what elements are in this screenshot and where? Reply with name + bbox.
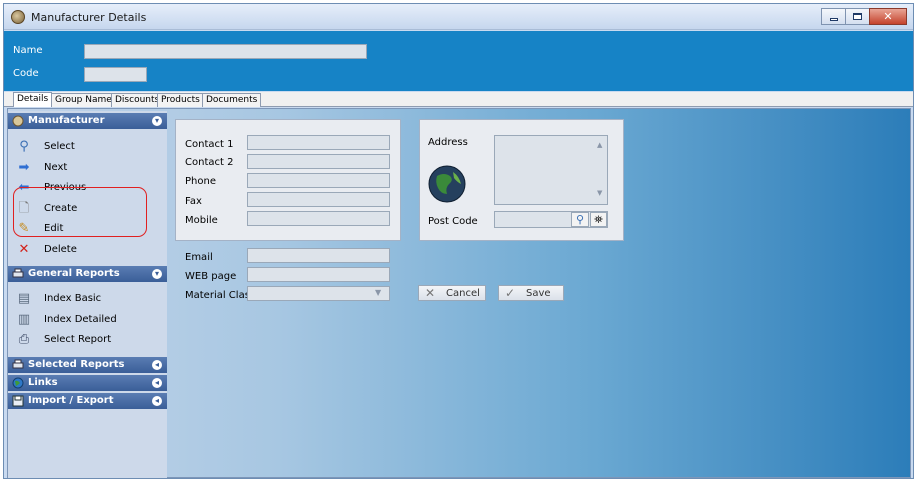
web-page-label: WEB page [185,271,237,282]
name-label: Name [13,45,43,56]
save-button[interactable]: ✓ Save [498,285,564,301]
manufacturer-details-window: Manufacturer Details ✕ Name Code Details… [3,3,914,479]
sidebar-item-label: Select [44,141,75,152]
sidebar-item-delete[interactable]: ✕ Delete [8,240,167,260]
minimize-icon [829,17,838,21]
group-general-reports-title: General Reports [28,268,120,279]
title-bar: Manufacturer Details ✕ [4,4,913,30]
cancel-button-label: Cancel [446,287,480,299]
group-selected-reports-title: Selected Reports [28,359,125,370]
cancel-x-icon: ✕ [424,286,436,300]
fax-field[interactable] [247,192,390,207]
name-field[interactable] [84,44,367,59]
sidebar-item-label: Delete [44,244,77,255]
floppy-disk-icon [12,395,24,407]
sidebar-item-select[interactable]: ⚲ Select [8,137,167,157]
header-panel: Name Code [4,31,913,91]
contact2-field[interactable] [247,154,390,169]
expand-chevron-icon: ◂ [152,378,162,388]
expand-chevron-icon: ◂ [152,396,162,406]
delete-x-icon: ✕ [18,242,30,257]
sidebar-item-label: Select Report [44,334,112,345]
email-label: Email [185,252,213,263]
contact2-label: Contact 2 [185,157,234,168]
address-label: Address [428,137,468,148]
cancel-button[interactable]: ✕ Cancel [418,285,486,301]
group-links[interactable]: Links ◂ [8,375,167,391]
email-field[interactable] [247,248,390,263]
sidebar-item-index-basic[interactable]: ▤ Index Basic [8,289,167,309]
sidebar: Manufacturer ▾ ⚲ Select ➡ Next ⬅ Previou… [8,111,167,478]
minimize-button[interactable] [821,8,845,25]
window-controls: ✕ [821,8,907,25]
group-manufacturer[interactable]: Manufacturer ▾ [8,113,167,129]
group-general-reports[interactable]: General Reports ▾ [8,266,167,282]
post-code-label: Post Code [428,216,478,227]
printer-icon [12,268,24,278]
expand-chevron-icon: ◂ [152,360,162,370]
scroll-up-icon[interactable]: ▲ [597,141,602,149]
highlight-annotation [13,187,147,237]
address-field[interactable] [494,135,608,205]
tab-documents[interactable]: Documents [202,93,262,107]
sidebar-item-label: Index Detailed [44,314,117,325]
sidebar-item-index-detailed[interactable]: ▥ Index Detailed [8,310,167,330]
arrow-right-icon: ➡ [18,160,30,175]
close-button[interactable]: ✕ [869,8,907,25]
phone-label: Phone [185,176,216,187]
group-links-title: Links [28,377,58,388]
code-field[interactable] [84,67,147,82]
checkmark-icon: ✓ [504,286,516,300]
maximize-icon [853,13,862,20]
scroll-down-icon[interactable]: ▼ [597,189,602,197]
mobile-field[interactable] [247,211,390,226]
code-label: Code [13,68,39,79]
collapse-chevron-icon: ▾ [152,116,162,126]
tab-details[interactable]: Details [13,92,53,107]
close-icon: ✕ [883,10,893,23]
tab-discounts[interactable]: Discounts [111,93,164,107]
detailed-report-icon: ▥ [17,312,31,327]
manufacturer-icon [12,115,24,127]
contact1-field[interactable] [247,135,390,150]
sidebar-item-label: Index Basic [44,293,102,304]
web-page-field[interactable] [247,267,390,282]
dropdown-arrow-icon: ▼ [375,288,382,297]
printer-icon [12,359,24,369]
save-button-label: Save [526,287,551,299]
maximize-button[interactable] [845,8,869,25]
material-class-select[interactable] [247,286,390,301]
mobile-label: Mobile [185,215,218,226]
group-import-export[interactable]: Import / Export ◂ [8,393,167,409]
group-import-export-title: Import / Export [28,395,114,406]
collapse-chevron-icon: ▾ [152,269,162,279]
group-manufacturer-title: Manufacturer [28,115,105,126]
printer-icon: ⎙ [18,332,30,347]
globe-icon [428,165,466,203]
contact1-label: Contact 1 [185,139,234,150]
globe-icon [12,377,24,389]
tab-products[interactable]: Products [157,93,204,107]
sidebar-item-select-report[interactable]: ⎙ Select Report [8,330,167,350]
app-icon [11,10,25,24]
material-class-label: Material Class [185,290,256,301]
phone-field[interactable] [247,173,390,188]
group-selected-reports[interactable]: Selected Reports ◂ [8,357,167,373]
sidebar-item-next[interactable]: ➡ Next [8,158,167,178]
fax-label: Fax [185,196,202,207]
map-lookup-button[interactable]: ⛯ [590,212,607,227]
tab-strip: Details Group Names Discounts Products D… [4,92,913,107]
search-postcode-button[interactable]: ⚲ [571,212,589,227]
sidebar-item-label: Next [44,162,68,173]
magnifier-icon: ⚲ [19,139,29,154]
report-icon: ▤ [17,291,31,306]
window-title: Manufacturer Details [31,11,147,24]
